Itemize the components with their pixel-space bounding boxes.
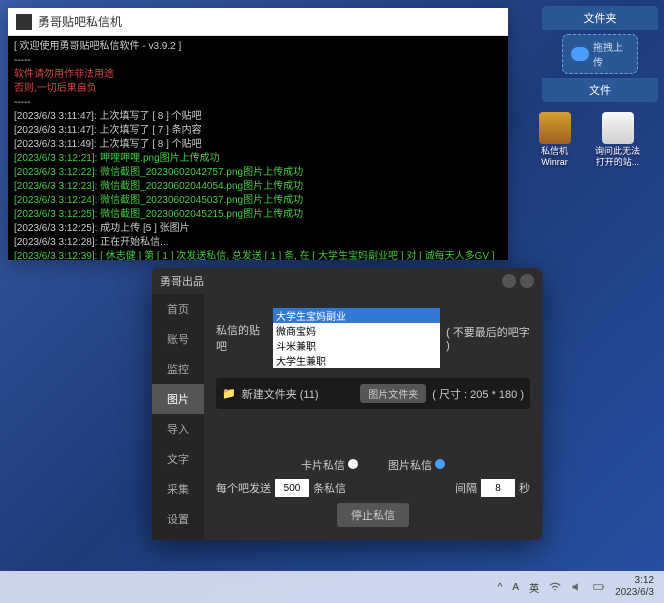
wifi-icon[interactable] xyxy=(549,581,561,593)
desktop-icon-app[interactable]: 询问此无法打开的站... xyxy=(595,112,640,168)
list-item[interactable]: 大学生兼职 xyxy=(273,353,440,368)
send-prefix: 每个吧发送 xyxy=(216,480,271,496)
desktop-icons: 私信机Winrar 询问此无法打开的站... xyxy=(532,112,640,168)
taskbar[interactable]: ^ A 英 3:12 2023/6/3 xyxy=(0,571,664,603)
radio-pic[interactable] xyxy=(435,459,445,469)
console-line: [2023/6/3 3:12:24]: 微信截图_20230602045037.… xyxy=(14,194,502,208)
console-line: [ 欢迎使用勇哥贴吧私信软件 - v3.9.2 ] xyxy=(14,40,502,54)
folder-size: ( 尺寸 : 205 * 180 ) xyxy=(432,386,524,402)
sidebar-item-7[interactable]: 设置 xyxy=(152,504,204,534)
lang-indicator-a[interactable]: A xyxy=(512,582,519,593)
console-line: ----- xyxy=(14,54,502,68)
interval-label: 间隔 xyxy=(455,480,477,496)
lang-indicator-b[interactable]: 英 xyxy=(529,580,539,595)
settings-content: 私信的贴吧 大学生宝妈副业微商宝妈斗米兼职大学生兼职电脑赚钱 ( 不要最后的吧字… xyxy=(204,294,542,540)
upload-panel: 文件夹 拖拽上传 文件 xyxy=(542,6,658,102)
radio-pic-label: 图片私信 xyxy=(388,460,432,472)
console-line: [2023/6/3 3:12:28]: 正在开始私信... xyxy=(14,236,502,250)
volume-icon[interactable] xyxy=(571,581,583,593)
rar-icon xyxy=(539,112,571,144)
console-output: [ 欢迎使用勇哥贴吧私信软件 - v3.9.2 ]-----软件请勿用作非法用途… xyxy=(8,36,508,260)
upload-text: 拖拽上传 xyxy=(593,39,629,69)
console-line: 软件请勿用作非法用途 xyxy=(14,68,502,82)
chevron-up-icon[interactable]: ^ xyxy=(498,582,503,593)
send-suffix: 条私信 xyxy=(313,480,346,496)
console-line: [2023/6/3 3:12:22]: 微信截图_20230602042757.… xyxy=(14,166,502,180)
settings-header[interactable]: 勇哥出品 xyxy=(152,268,542,294)
list-item[interactable]: 斗米兼职 xyxy=(273,338,440,353)
list-item[interactable]: 大学生宝妈副业 xyxy=(273,308,440,323)
console-line: [2023/6/3 3:11:49]: 上次填写了 [ 8 ] 个贴吧 xyxy=(14,138,502,152)
tieba-label: 私信的贴吧 xyxy=(216,322,267,354)
cloud-icon xyxy=(571,47,589,61)
tieba-listbox[interactable]: 大学生宝妈副业微商宝妈斗米兼职大学生兼职电脑赚钱 xyxy=(273,308,440,368)
console-line: [2023/6/3 3:12:25]: 成功上传 [5 ] 张图片 xyxy=(14,222,502,236)
console-line: [2023/6/3 3:11:47]: 上次填写了 [ 7 ] 条内容 xyxy=(14,124,502,138)
sidebar-item-0[interactable]: 首页 xyxy=(152,294,204,324)
battery-icon[interactable] xyxy=(593,581,605,593)
console-window: 勇哥贴吧私信机 [ 欢迎使用勇哥贴吧私信软件 - v3.9.2 ]-----软件… xyxy=(8,8,508,260)
close-icon[interactable] xyxy=(520,274,534,288)
radio-card[interactable] xyxy=(348,459,358,469)
console-titlebar[interactable]: 勇哥贴吧私信机 xyxy=(8,8,508,36)
send-count-input[interactable] xyxy=(275,479,309,497)
settings-sidebar: 首页账号监控图片导入文字采集设置 xyxy=(152,294,204,540)
console-line: ----- xyxy=(14,96,502,110)
radio-card-label: 卡片私信 xyxy=(301,460,345,472)
console-line: [2023/6/3 3:12:25]: 微信截图_20230602045215.… xyxy=(14,208,502,222)
list-item[interactable]: 微商宝妈 xyxy=(273,323,440,338)
tieba-hint: ( 不要最后的吧字 ) xyxy=(446,324,530,352)
console-line: [2023/6/3 3:12:21]: 呷哩呷哩.png图片上传成功 xyxy=(14,152,502,166)
sidebar-item-6[interactable]: 采集 xyxy=(152,474,204,504)
desktop-icon-rar[interactable]: 私信机Winrar xyxy=(532,112,577,168)
folder-icon: 📁 xyxy=(222,387,236,400)
interval-unit: 秒 xyxy=(519,480,530,496)
sidebar-item-3[interactable]: 图片 xyxy=(152,384,204,414)
upload-panel-footer: 文件 xyxy=(542,78,658,102)
stop-button[interactable]: 停止私信 xyxy=(337,503,409,527)
console-line: [2023/6/3 3:11:47]: 上次填写了 [ 8 ] 个贴吧 xyxy=(14,110,502,124)
folder-button[interactable]: 图片文件夹 xyxy=(360,384,426,403)
console-line: [2023/6/3 3:12:39]: [ 休志健 ] 第 [ 1 ] 次发送私… xyxy=(14,250,502,260)
sidebar-item-4[interactable]: 导入 xyxy=(152,414,204,444)
settings-title: 勇哥出品 xyxy=(160,273,204,289)
sidebar-item-5[interactable]: 文字 xyxy=(152,444,204,474)
sidebar-item-1[interactable]: 账号 xyxy=(152,324,204,354)
console-line: [2023/6/3 3:12:23]: 微信截图_20230602044054.… xyxy=(14,180,502,194)
settings-window: 勇哥出品 首页账号监控图片导入文字采集设置 私信的贴吧 大学生宝妈副业微商宝妈斗… xyxy=(152,268,542,540)
app-icon xyxy=(16,14,32,30)
folder-label: 新建文件夹 (11) xyxy=(242,386,355,402)
taskbar-clock[interactable]: 3:12 2023/6/3 xyxy=(615,575,654,599)
upload-button[interactable]: 拖拽上传 xyxy=(562,34,638,74)
sidebar-item-2[interactable]: 监控 xyxy=(152,354,204,384)
upload-panel-header: 文件夹 xyxy=(542,6,658,30)
console-line: 否则,一切后果自负 xyxy=(14,82,502,96)
interval-input[interactable] xyxy=(481,479,515,497)
minimize-icon[interactable] xyxy=(502,274,516,288)
console-title: 勇哥贴吧私信机 xyxy=(38,13,122,30)
app-file-icon xyxy=(602,112,634,144)
